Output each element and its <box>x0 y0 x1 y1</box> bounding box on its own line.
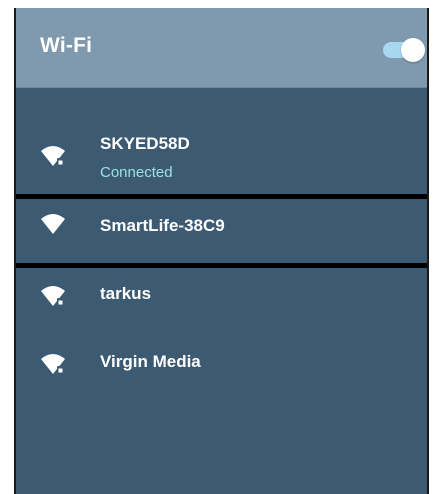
wifi-locked-icon <box>41 146 65 166</box>
wifi-header: Wi-Fi <box>16 8 427 88</box>
network-ssid: SKYED58D <box>100 134 190 153</box>
network-item-virgin-media[interactable]: Virgin Media <box>16 334 427 390</box>
toggle-knob <box>401 38 425 62</box>
wifi-locked-icon <box>41 286 65 306</box>
network-item-smartlife-38c9[interactable]: SmartLife-38C9 <box>16 198 427 254</box>
network-status: Connected <box>100 164 173 181</box>
network-ssid: SmartLife-38C9 <box>100 216 225 235</box>
network-item-skyed58d[interactable]: SKYED58D Connected <box>16 126 427 182</box>
wifi-locked-icon <box>41 354 65 374</box>
wifi-title: Wi-Fi <box>40 34 93 57</box>
wifi-toggle[interactable] <box>383 38 425 62</box>
network-ssid: tarkus <box>100 284 152 303</box>
network-ssid: Virgin Media <box>100 352 201 371</box>
wifi-panel: Wi-Fi SKYED58D Connected SmartLife-38C9 … <box>14 8 429 494</box>
network-item-tarkus[interactable]: tarkus <box>16 266 427 322</box>
wifi-icon <box>41 214 65 234</box>
